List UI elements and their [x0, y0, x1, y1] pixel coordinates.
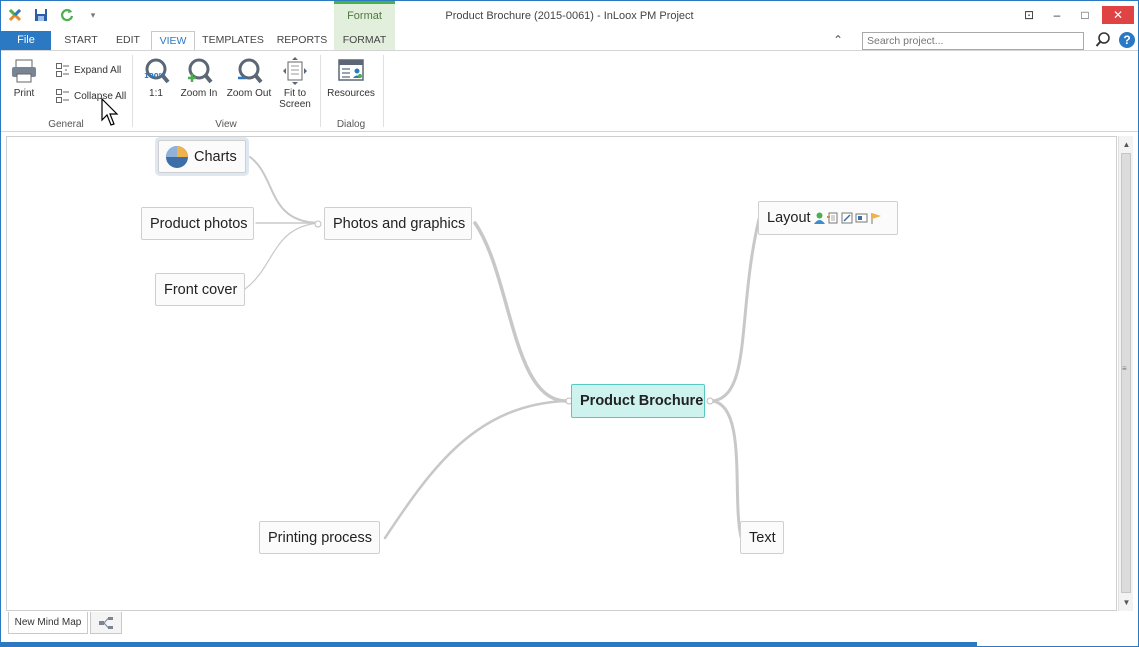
zoom-in-button[interactable]: Zoom In	[179, 57, 219, 99]
zoom-out-icon	[238, 58, 263, 84]
resources-icon	[338, 59, 364, 81]
maximize-button[interactable]: □	[1074, 6, 1096, 24]
help-icon[interactable]: ?	[1119, 32, 1135, 48]
search-icon[interactable]	[1095, 32, 1111, 48]
app-window: ▾ Format Product Brochure (2015-0061) - …	[0, 0, 1139, 647]
resources-label: Resources	[327, 88, 375, 99]
tab-templates[interactable]: TEMPLATES	[201, 31, 265, 50]
ribbon: Print Expand All Collapse All General 10…	[1, 50, 1138, 132]
tab-file[interactable]: File	[1, 31, 51, 50]
mindmap-canvas[interactable]: Charts Photos and graphics Product photo…	[6, 136, 1117, 611]
zoom-out-button[interactable]: Zoom Out	[225, 57, 273, 99]
collapse-all-icon	[56, 89, 69, 103]
link-printing-root	[383, 399, 569, 540]
tab-new-mind-map[interactable]: New Mind Map	[8, 612, 88, 634]
node-text[interactable]: Text	[740, 521, 784, 554]
note-edit-icon	[841, 212, 853, 224]
node-front-cover[interactable]: Front cover	[155, 273, 245, 306]
window-controls: ⊡ – □ ✕	[1018, 6, 1134, 24]
tab-format[interactable]: FORMAT	[334, 31, 395, 50]
add-mind-map-button[interactable]	[90, 612, 122, 634]
node-root-label: Product Brochure	[580, 393, 704, 409]
resource-person-icon	[813, 212, 825, 224]
node-product-photos-label: Product photos	[150, 215, 248, 232]
node-connector	[314, 220, 322, 228]
link-root-text	[711, 399, 743, 539]
node-product-photos[interactable]: Product photos	[141, 207, 254, 240]
tab-reports[interactable]: REPORTS	[275, 31, 329, 50]
zoom-in-icon	[188, 58, 213, 84]
scroll-grip-icon: ≡	[1122, 364, 1127, 373]
fit-to-screen-button[interactable]: Fit to Screen	[277, 57, 313, 110]
link-frontcover-photos	[244, 222, 320, 290]
zoom-100-icon: 100%	[144, 58, 170, 84]
document-attachment-icon	[826, 212, 838, 224]
node-layout-label: Layout	[767, 210, 811, 226]
qat-dropdown-icon[interactable]: ▾	[85, 7, 101, 23]
search-input[interactable]	[862, 32, 1084, 50]
title-bar: ▾ Format Product Brochure (2015-0061) - …	[1, 1, 1138, 31]
node-charts[interactable]: Charts	[158, 140, 246, 173]
close-button[interactable]: ✕	[1102, 6, 1134, 24]
app-logo-icon[interactable]	[7, 7, 23, 23]
group-separator	[383, 55, 384, 127]
format-context-header: Format	[334, 1, 395, 31]
quick-access-toolbar: ▾	[7, 7, 101, 23]
node-text-label: Text	[749, 529, 776, 546]
print-button[interactable]: Print	[9, 57, 39, 99]
vertical-scrollbar[interactable]: ▲ ≡ ▼	[1118, 136, 1133, 611]
expand-all-button[interactable]: Expand All	[56, 63, 121, 77]
link-root-layout	[711, 217, 761, 403]
group-view-label: View	[215, 119, 237, 130]
group-separator	[132, 55, 133, 127]
link-charts-photos	[249, 156, 320, 224]
flag-icon	[871, 213, 881, 224]
zoom-100-badge: 100%	[144, 72, 166, 80]
resources-button[interactable]: Resources	[327, 57, 375, 99]
pie-chart-icon	[166, 145, 188, 168]
mouse-cursor-icon	[101, 98, 119, 126]
link-photos-root	[473, 221, 569, 403]
printer-icon	[12, 59, 36, 83]
expand-all-icon	[56, 63, 69, 77]
tab-edit[interactable]: EDIT	[109, 31, 147, 50]
group-dialog-label: Dialog	[336, 119, 366, 130]
zoom-out-label: Zoom Out	[226, 88, 272, 99]
mindmap-tabs: New Mind Map	[6, 612, 1133, 636]
zoom-100-button[interactable]: 100% 1:1	[139, 57, 173, 99]
collapse-ribbon-icon[interactable]: ⌃	[833, 33, 843, 47]
node-root-product-brochure[interactable]: Product Brochure	[571, 384, 705, 418]
zoom-100-label: 1:1	[149, 88, 163, 99]
window-title: Product Brochure (2015-0061) - InLoox PM…	[445, 10, 694, 22]
save-icon[interactable]	[33, 7, 49, 23]
minimize-button[interactable]: –	[1046, 6, 1068, 24]
ribbon-display-icon[interactable]: ⊡	[1018, 6, 1040, 24]
zoom-in-label: Zoom In	[180, 88, 218, 99]
card-icon	[855, 213, 868, 223]
expand-all-label: Expand All	[74, 64, 122, 76]
scroll-down-icon[interactable]: ▼	[1119, 596, 1134, 610]
scroll-thumb[interactable]	[1121, 153, 1131, 593]
scroll-up-icon[interactable]: ▲	[1119, 138, 1134, 152]
fit-to-screen-icon	[283, 57, 307, 85]
node-photos-and-graphics[interactable]: Photos and graphics	[324, 207, 472, 240]
node-photos-and-graphics-label: Photos and graphics	[333, 215, 466, 232]
node-connector	[706, 397, 714, 405]
tab-view[interactable]: VIEW	[151, 31, 195, 50]
tab-start[interactable]: START	[59, 31, 103, 50]
node-printing-process-label: Printing process	[268, 529, 372, 546]
refresh-icon[interactable]	[59, 7, 75, 23]
mindmap-add-icon	[99, 616, 113, 629]
node-layout[interactable]: Layout	[758, 201, 898, 235]
group-separator	[320, 55, 321, 127]
node-charts-label: Charts	[194, 148, 237, 165]
ribbon-tabs: File START EDIT VIEW TEMPLATES REPORTS F…	[1, 31, 1138, 50]
status-bar	[1, 642, 977, 647]
node-printing-process[interactable]: Printing process	[259, 521, 380, 554]
node-front-cover-label: Front cover	[164, 281, 238, 298]
fit-to-screen-label: Fit to Screen	[279, 88, 311, 110]
print-label: Print	[13, 88, 35, 99]
